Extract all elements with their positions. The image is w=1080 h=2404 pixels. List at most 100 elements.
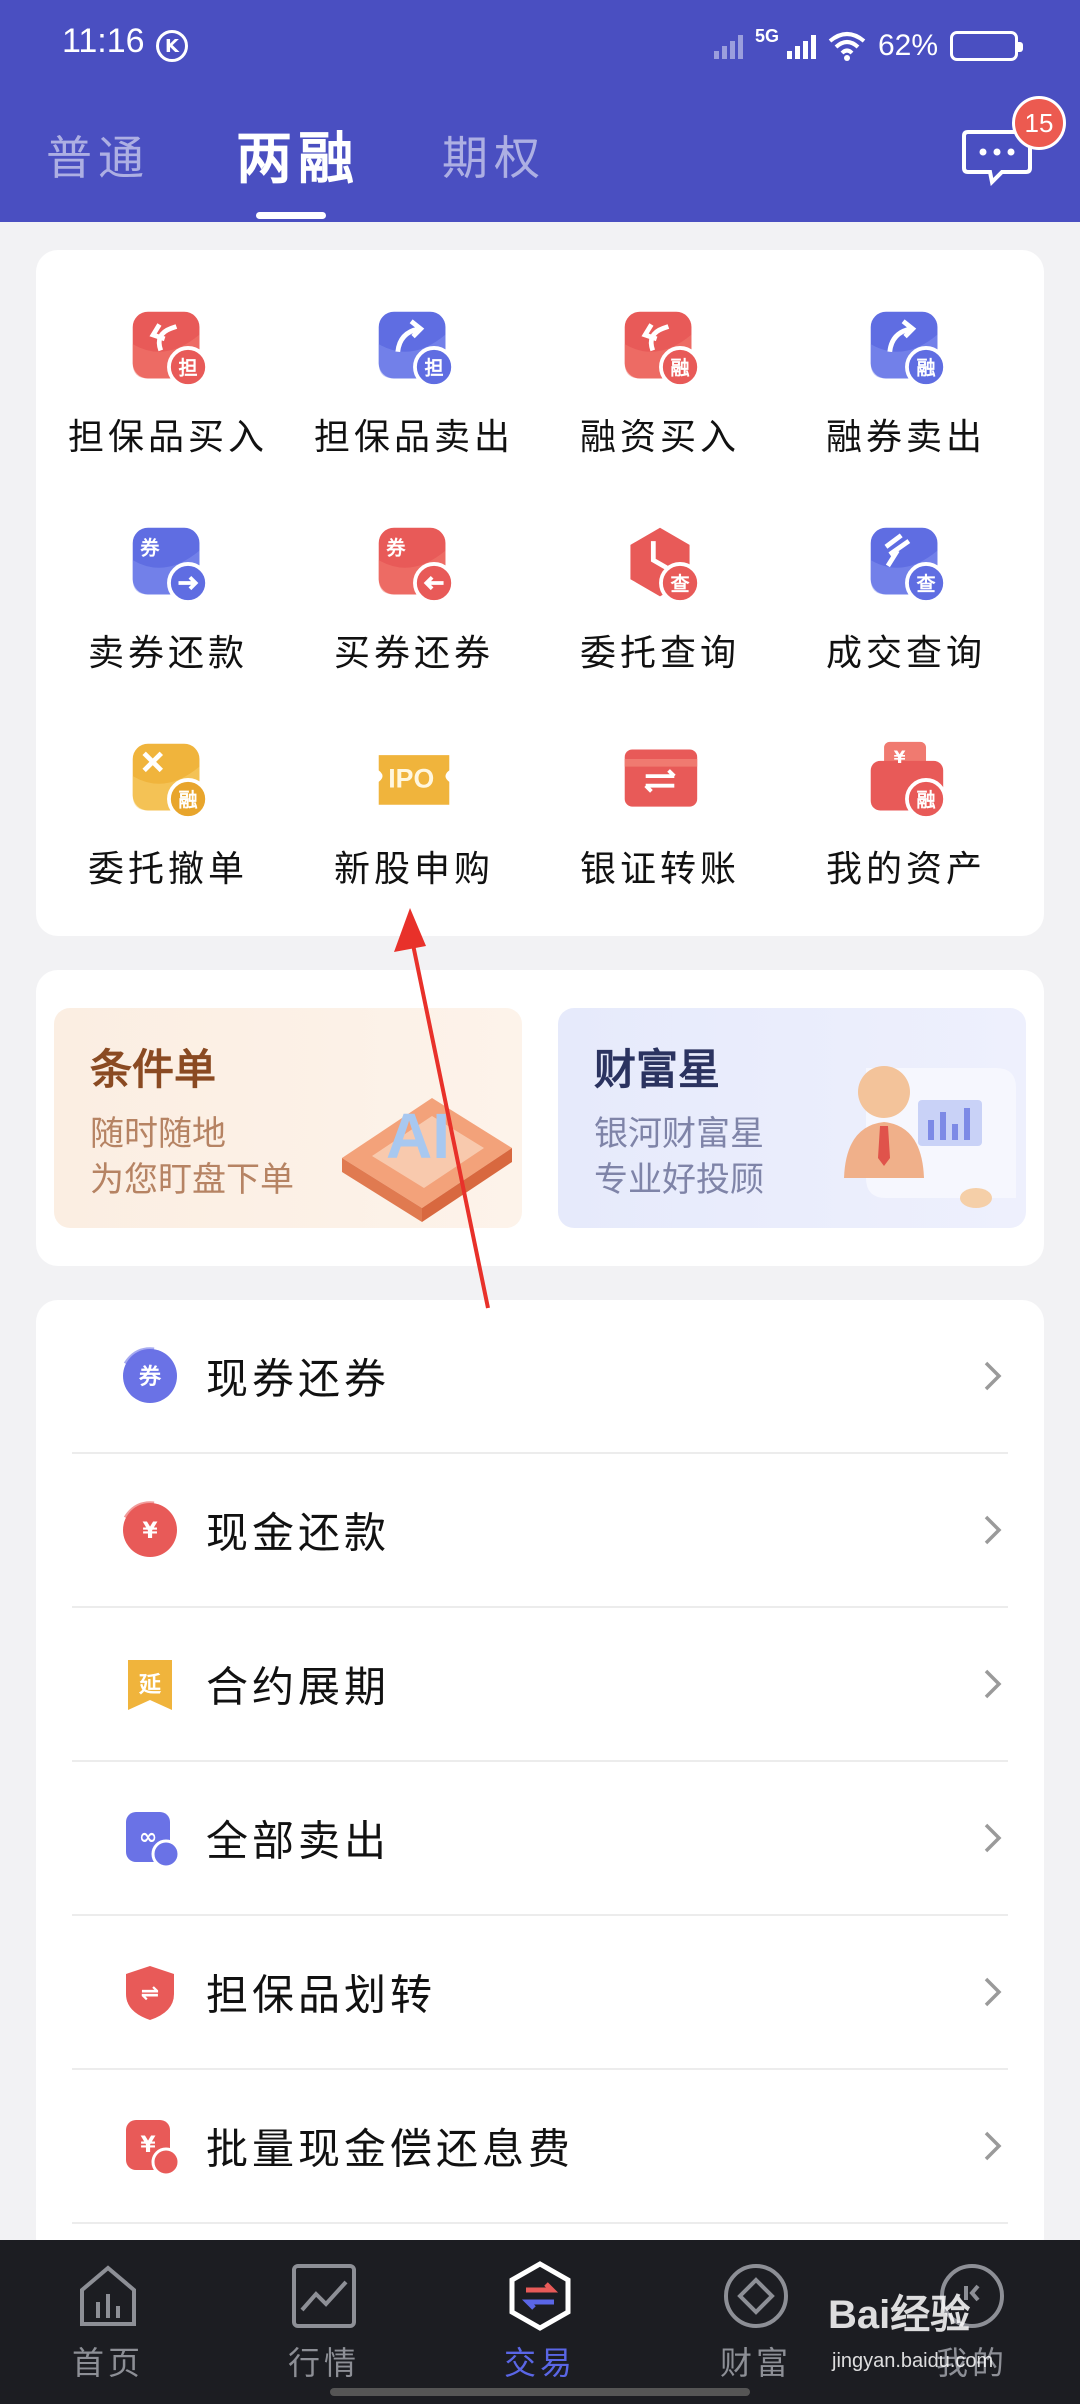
signal-weak-icon	[713, 33, 743, 59]
wifi-icon	[828, 32, 866, 61]
k-app-icon: K	[156, 30, 188, 62]
svg-text:担: 担	[424, 357, 443, 380]
list-item[interactable]: ∞ 全部卖出	[72, 1762, 1008, 1916]
list-item[interactable]: 券 现券还券	[72, 1300, 1008, 1454]
list-item[interactable]: ⇌ 担保品划转	[72, 1916, 1008, 2070]
return-arrow-icon: 融	[624, 311, 701, 388]
forward-arrow-icon: 担	[378, 311, 455, 388]
svg-text:¥: ¥	[140, 2133, 156, 2158]
grid-item-label: 担保品卖出	[313, 417, 514, 458]
banner-wealth-star[interactable]: 财富星 银河财富星 专业好投顾	[558, 1008, 1026, 1228]
grid-item[interactable]: IPO 新股申购	[288, 682, 540, 892]
market-trend-icon	[292, 2264, 356, 2328]
batch-repay-icon: ¥	[126, 2120, 180, 2176]
banner-subtitle: 随时随地	[90, 1114, 226, 1154]
grid-item-label: 银证转账	[579, 849, 740, 890]
banner-title: 条件单	[90, 1045, 217, 1094]
chevron-right-icon	[984, 2131, 1002, 2161]
banner-subtitle: 银河财富星	[594, 1114, 764, 1154]
ai-chip-illustration: AI	[342, 1098, 512, 1222]
banner-subtitle: 为您盯盘下单	[90, 1160, 294, 1200]
grid-item[interactable]: 银证转账	[534, 682, 786, 892]
sell-all-icon: ∞	[126, 1812, 180, 1868]
list-item[interactable]: 延 合约展期	[72, 1608, 1008, 1762]
grid-item-label: 成交查询	[825, 633, 986, 674]
list-item-label: 现券还券	[206, 1354, 391, 1404]
wallet-icon: ¥ 融	[870, 741, 947, 820]
function-grid: 担担保品买入 担担保品卖出 融融资买入 融融券卖出券卖券还款券买券还券 查委托查…	[36, 250, 1044, 936]
svg-text:融: 融	[916, 790, 935, 812]
nav-market[interactable]: 行情	[254, 2260, 394, 2400]
coupon-arrow-right-icon: 券	[132, 527, 209, 604]
extend-bookmark-icon: 延	[128, 1660, 172, 1710]
nav-trade[interactable]: 交易	[470, 2260, 610, 2400]
nav-label: 交易	[503, 2344, 576, 2382]
tab-margin[interactable]: 两融	[236, 114, 360, 195]
chevron-right-icon	[984, 1977, 1002, 2007]
svg-text:担: 担	[178, 357, 197, 380]
list-item-label: 全部卖出	[206, 1816, 391, 1866]
chevron-right-icon	[984, 1669, 1002, 1699]
forward-arrow-icon: 融	[870, 311, 947, 388]
grid-item[interactable]: 券买券还券	[288, 466, 540, 676]
grid-item[interactable]: 融融资买入	[534, 250, 786, 460]
status-bar: 11:16 K 5G 62%	[0, 0, 1080, 90]
home-chart-icon	[80, 2265, 136, 2326]
svg-text:融: 融	[670, 358, 689, 380]
grid-item[interactable]: 担担保品卖出	[288, 250, 540, 460]
grid-item-label: 担保品买入	[67, 417, 268, 458]
list-item[interactable]: ¥ 批量现金偿还息费	[72, 2070, 1008, 2224]
action-list: 券 现券还券 ¥ 现金还款延 合约展期 ∞ 全部卖出 ⇌ 担保品划转 ¥ 批量现金偿还息费	[36, 1300, 1044, 2260]
list-item-label: 现金还款	[206, 1508, 391, 1558]
list-item-label: 合约展期	[206, 1662, 391, 1712]
svg-text:查: 查	[915, 573, 936, 596]
grid-item-label: 我的资产	[825, 849, 986, 890]
svg-text:AI: AI	[386, 1100, 450, 1172]
clock-query-icon: 查	[630, 527, 701, 604]
grid-item[interactable]: 查委托查询	[534, 466, 786, 676]
banner-title: 财富星	[594, 1045, 721, 1094]
grid-item-label: 委托撤单	[87, 849, 248, 890]
cancel-order-icon: 融	[132, 743, 209, 820]
bank-transfer-icon	[624, 749, 698, 807]
chevron-right-icon	[984, 1823, 1002, 1853]
grid-item-label: 买券还券	[333, 633, 494, 674]
nav-wealth[interactable]: 财富	[686, 2260, 826, 2400]
svg-text:券: 券	[139, 536, 160, 559]
ipo-ticket-icon: IPO	[378, 755, 450, 805]
grid-item[interactable]: 融融券卖出	[780, 250, 1032, 460]
advisor-illustration	[844, 1066, 1016, 1208]
banner-conditional-order[interactable]: 条件单 随时随地 为您盯盘下单 AI	[54, 1008, 522, 1228]
trade-exchange-icon	[509, 2261, 571, 2331]
grid-item-label: 卖券还款	[87, 633, 248, 674]
svg-text:延: 延	[138, 1673, 162, 1698]
tab-active-indicator	[256, 212, 326, 219]
nav-home[interactable]: 首页	[38, 2260, 178, 2400]
coupon-arrow-left-icon: 券	[378, 527, 455, 604]
svg-text:查: 查	[669, 573, 690, 596]
tab-options[interactable]: 期权	[442, 122, 546, 188]
chevron-right-icon	[984, 1515, 1002, 1545]
grid-item[interactable]: 融委托撤单	[42, 682, 294, 892]
grid-item[interactable]: 查成交查询	[780, 466, 1032, 676]
grid-item-label: 融券卖出	[825, 417, 986, 458]
grid-item[interactable]: 券卖券还款	[42, 466, 294, 676]
banner-subtitle: 专业好投顾	[594, 1160, 764, 1200]
trade-tabs: 普通 两融 期权	[0, 112, 900, 219]
svg-text:券: 券	[138, 1364, 162, 1390]
list-item[interactable]: ¥ 现金还款	[72, 1454, 1008, 1608]
promo-banners: 条件单 随时随地 为您盯盘下单 AI 财富星 银河财富星 专业好投顾	[36, 970, 1044, 1266]
watermark-logo: Bai经验	[828, 2293, 971, 2337]
coupon-circle-icon: 券	[123, 1347, 177, 1403]
network-type: 5G	[754, 26, 779, 46]
grid-item-label: 融资买入	[579, 417, 740, 458]
battery-percent: 62%	[877, 29, 938, 62]
svg-text:IPO: IPO	[388, 764, 434, 794]
wealth-diamond-icon	[724, 2264, 788, 2328]
grid-item[interactable]: 担担保品买入	[42, 250, 294, 460]
home-indicator	[330, 2388, 750, 2396]
grid-item[interactable]: ¥ 融我的资产	[780, 682, 1032, 892]
tab-normal[interactable]: 普通	[46, 122, 150, 188]
nav-label: 财富	[719, 2344, 792, 2382]
shield-transfer-icon: ⇌	[126, 1966, 174, 2020]
